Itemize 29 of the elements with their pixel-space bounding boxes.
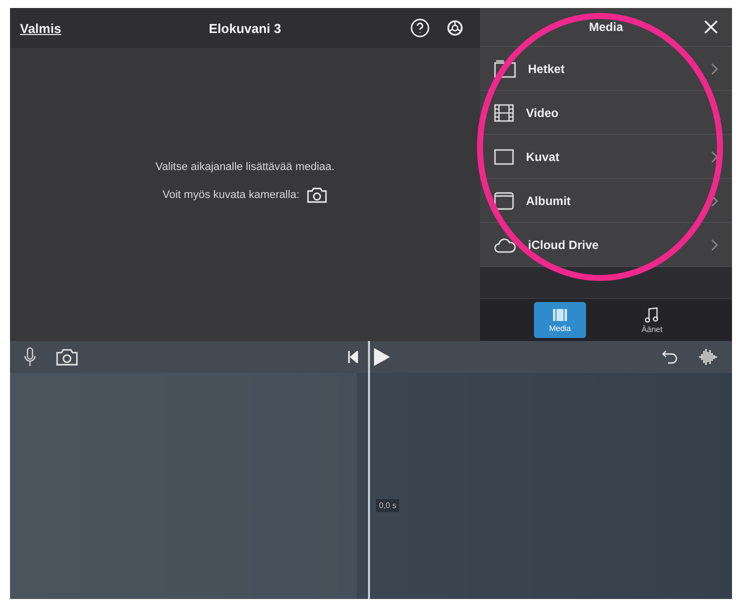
panel-tab[interactable]: Äänet bbox=[626, 302, 678, 338]
help-icon[interactable] bbox=[410, 18, 430, 38]
done-link[interactable]: Valmis bbox=[20, 20, 62, 36]
empty-preview-message: Valitse aikajanalle lisättävää mediaa. bbox=[156, 160, 334, 172]
film-icon bbox=[494, 104, 514, 122]
panel-title: Media bbox=[588, 20, 623, 34]
microphone-icon[interactable] bbox=[24, 347, 36, 367]
waveform-icon[interactable] bbox=[698, 348, 718, 366]
media-source-item[interactable]: Kuvat bbox=[480, 135, 732, 179]
settings-icon[interactable] bbox=[446, 19, 464, 37]
panel-tab[interactable]: Media bbox=[534, 302, 586, 338]
skip-to-start-icon[interactable] bbox=[348, 351, 358, 363]
media-source-item[interactable]: Albumit bbox=[480, 179, 732, 223]
folder-icon bbox=[494, 60, 516, 78]
frame-icon bbox=[494, 148, 514, 164]
media-source-item[interactable]: Hetket bbox=[480, 47, 732, 91]
play-icon[interactable] bbox=[374, 348, 390, 366]
camera-icon[interactable] bbox=[56, 348, 78, 366]
close-icon[interactable] bbox=[704, 20, 718, 34]
media-source-item[interactable]: Video bbox=[480, 91, 732, 135]
album-icon bbox=[494, 192, 514, 210]
music-note-icon bbox=[645, 306, 659, 322]
camera-icon[interactable] bbox=[307, 186, 328, 202]
playhead-time: 0,0 s bbox=[376, 499, 400, 512]
cloud-icon bbox=[494, 236, 516, 252]
project-title: Elokuvani 3 bbox=[208, 20, 282, 36]
undo-icon[interactable] bbox=[662, 349, 678, 365]
film-icon bbox=[552, 308, 568, 322]
camera-hint: Voit myös kuvata kameralla: bbox=[162, 188, 300, 200]
